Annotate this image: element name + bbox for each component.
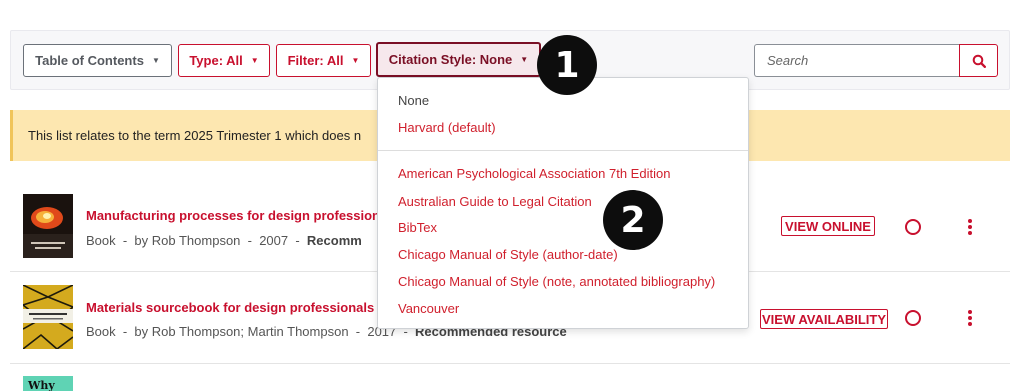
- resource-meta: Book - by Rob Thompson - 2007 - Recomm: [86, 233, 362, 248]
- citation-style-button[interactable]: Citation Style: None ▼: [376, 42, 541, 77]
- search-icon: [972, 54, 986, 68]
- fire-cover-image: [23, 194, 73, 258]
- callout-marker-1: 1: [537, 35, 597, 95]
- row-divider: [10, 363, 1010, 364]
- citation-option-bibtex[interactable]: BibTex: [398, 220, 437, 235]
- citation-style-dropdown: None Harvard (default) American Psycholo…: [377, 77, 749, 329]
- caret-down-icon: ▼: [250, 56, 259, 65]
- geometric-cover-image: [22, 284, 74, 350]
- cover-title-text: Why: [28, 379, 55, 391]
- table-of-contents-button[interactable]: Table of Contents ▼: [23, 44, 172, 77]
- more-options-icon[interactable]: [967, 219, 973, 235]
- search-button[interactable]: [959, 44, 998, 77]
- view-online-button[interactable]: VIEW ONLINE: [781, 216, 875, 236]
- resource-author: by Rob Thompson: [134, 233, 241, 248]
- resource-title-link[interactable]: Materials sourcebook for design professi…: [86, 300, 374, 315]
- type-label: Type: All: [189, 53, 243, 68]
- more-options-icon[interactable]: [967, 310, 973, 326]
- filter-button[interactable]: Filter: All ▼: [276, 44, 371, 77]
- citation-option-vancouver[interactable]: Vancouver: [398, 301, 459, 316]
- read-status-circle-icon[interactable]: [905, 219, 921, 235]
- citation-style-label: Citation Style: None: [388, 52, 513, 67]
- toc-label: Table of Contents: [35, 53, 144, 68]
- citation-option-chicago-author-date[interactable]: Chicago Manual of Style (author-date): [398, 247, 618, 262]
- citation-option-none[interactable]: None: [398, 93, 429, 108]
- read-status-circle-icon[interactable]: [905, 310, 921, 326]
- menu-divider: [378, 150, 748, 151]
- citation-option-chicago-note[interactable]: Chicago Manual of Style (note, annotated…: [398, 274, 715, 289]
- type-filter-button[interactable]: Type: All ▼: [178, 44, 270, 77]
- callout-marker-2: 2: [603, 190, 663, 250]
- caret-down-icon: ▼: [520, 55, 529, 64]
- book-cover-thumbnail[interactable]: [23, 194, 73, 258]
- resource-type: Book: [86, 233, 116, 248]
- book-cover-thumbnail[interactable]: [22, 284, 74, 350]
- resource-title-link[interactable]: Manufacturing processes for design profe…: [86, 208, 380, 223]
- caret-down-icon: ▼: [151, 56, 160, 65]
- citation-option-apa7[interactable]: American Psychological Association 7th E…: [398, 166, 670, 181]
- resource-status: Recomm: [306, 233, 362, 248]
- filter-label: Filter: All: [287, 53, 344, 68]
- citation-option-aglc[interactable]: Australian Guide to Legal Citation: [398, 194, 592, 209]
- citation-option-harvard[interactable]: Harvard (default): [398, 120, 496, 135]
- resource-year: 2007: [259, 233, 289, 248]
- view-availability-button[interactable]: VIEW AVAILABILITY: [760, 309, 888, 329]
- resource-author: by Rob Thompson; Martin Thompson: [134, 324, 349, 339]
- term-notice-text: This list relates to the term 2025 Trime…: [28, 128, 362, 143]
- resource-type: Book: [86, 324, 116, 339]
- book-cover-thumbnail[interactable]: Why: [23, 376, 73, 391]
- search-input[interactable]: [754, 44, 959, 77]
- caret-down-icon: ▼: [351, 56, 360, 65]
